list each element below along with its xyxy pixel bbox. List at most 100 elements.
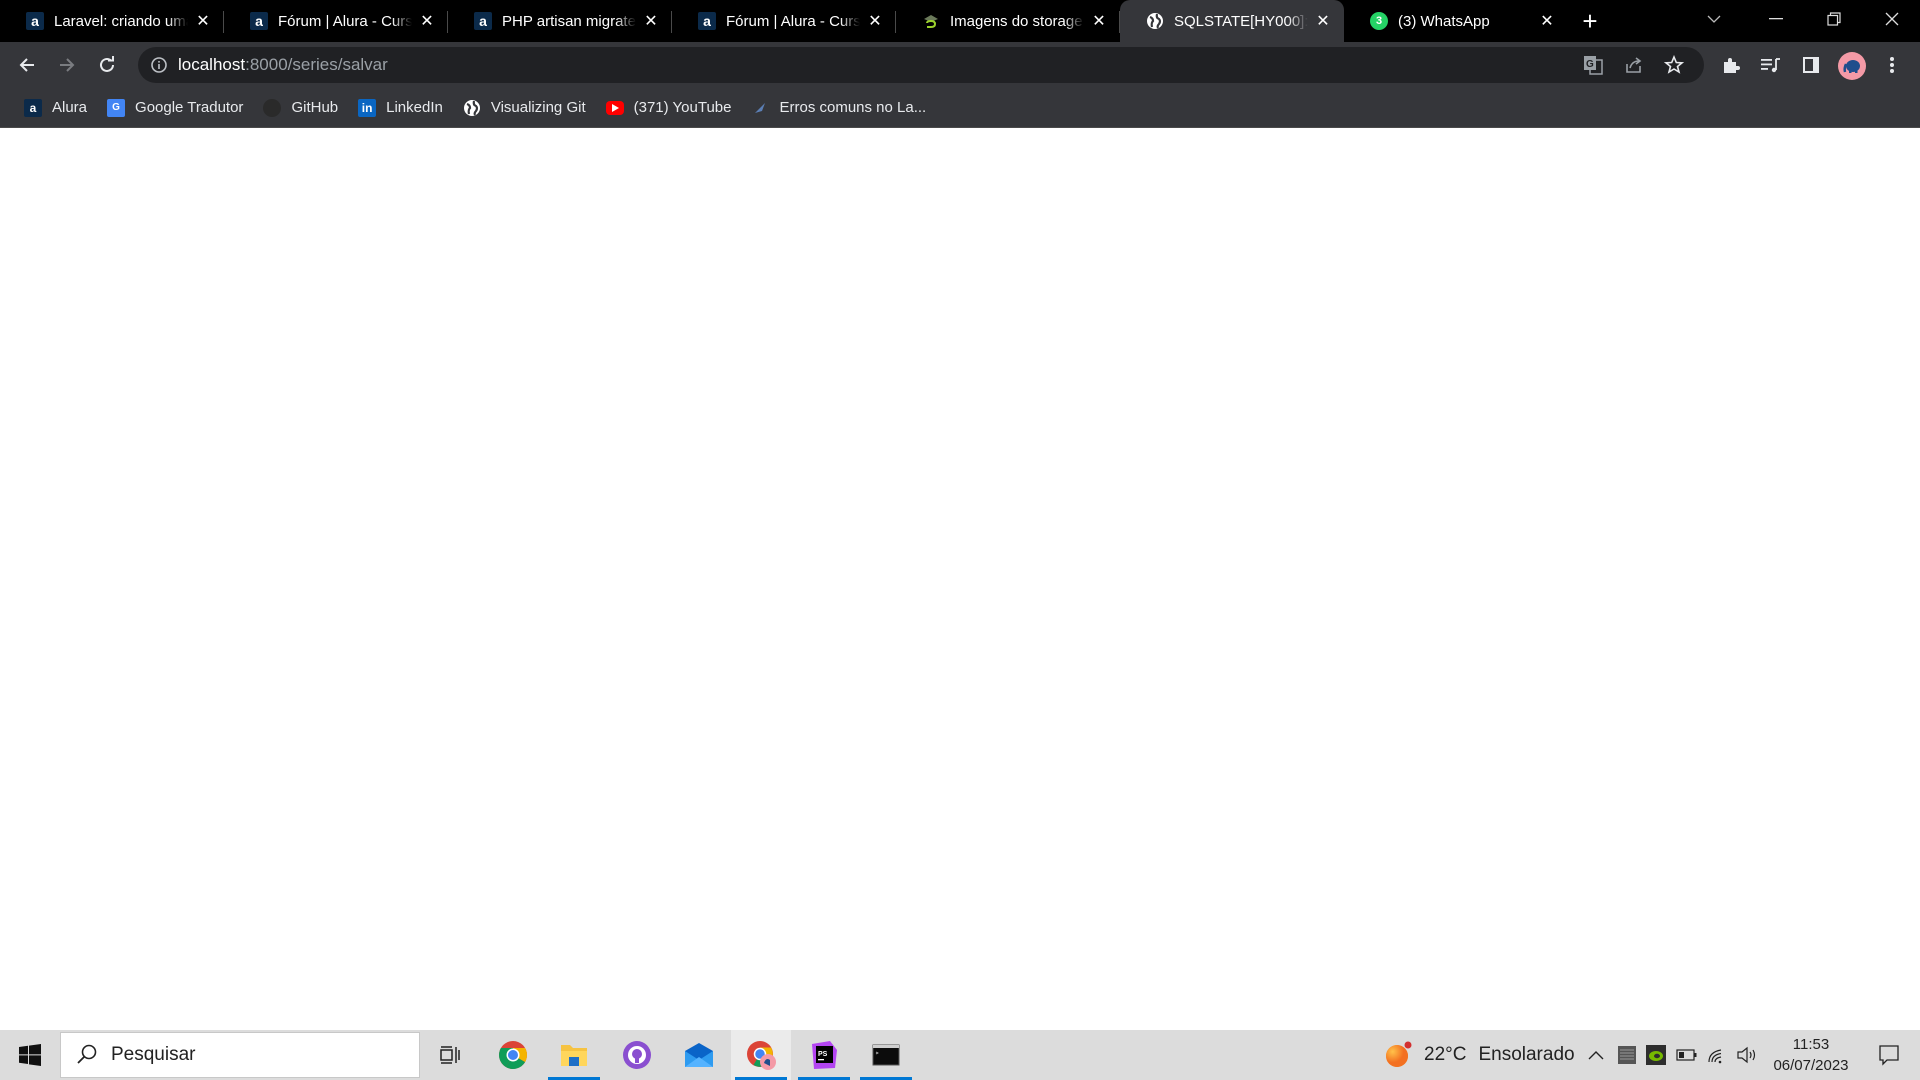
close-icon bbox=[1885, 12, 1899, 26]
weather-temperature: 22°C bbox=[1424, 1044, 1467, 1065]
tab-php-artisan[interactable]: a PHP artisan migrate não funciona ✕ bbox=[448, 0, 672, 42]
close-icon[interactable]: ✕ bbox=[1090, 12, 1108, 30]
forward-button[interactable] bbox=[51, 49, 83, 81]
tab-title: Laravel: criando uma aplicação bbox=[54, 12, 188, 30]
bookmark-label: GitHub bbox=[291, 99, 339, 116]
close-icon[interactable]: ✕ bbox=[1314, 12, 1332, 30]
system-clock[interactable]: 11:53 06/07/2023 bbox=[1758, 1034, 1864, 1076]
arrow-left-icon bbox=[19, 58, 34, 72]
alura-icon: a bbox=[474, 12, 492, 30]
close-icon[interactable]: ✕ bbox=[866, 12, 884, 30]
taskbar-github-desktop[interactable] bbox=[607, 1030, 667, 1080]
taskbar-chrome-profile[interactable] bbox=[731, 1030, 791, 1080]
reload-button[interactable] bbox=[91, 49, 123, 81]
tab-title: PHP artisan migrate não funciona bbox=[502, 12, 636, 30]
close-window-button[interactable] bbox=[1864, 0, 1920, 38]
tab-search-button[interactable] bbox=[1694, 0, 1734, 38]
tab-title: Fórum | Alura - Cursos online bbox=[726, 12, 860, 30]
extensions-icon[interactable] bbox=[1717, 51, 1745, 79]
new-tab-button[interactable]: + bbox=[1570, 0, 1610, 42]
media-control-icon[interactable] bbox=[1757, 51, 1785, 79]
tab-laravel[interactable]: a Laravel: criando uma aplicação ✕ bbox=[0, 0, 224, 42]
chrome-profile-icon bbox=[747, 1041, 776, 1070]
weather-condition: Ensolarado bbox=[1478, 1044, 1575, 1065]
tab-whatsapp[interactable]: 3 (3) WhatsApp ✕ bbox=[1344, 0, 1568, 42]
bookmark-label: (371) YouTube bbox=[633, 99, 732, 116]
clock-date: 06/07/2023 bbox=[1773, 1057, 1849, 1074]
task-view-button[interactable] bbox=[420, 1030, 480, 1080]
chevron-down-icon bbox=[1707, 15, 1721, 23]
tab-sqlstate-error[interactable]: SQLSTATE[HY000]: General error ✕ bbox=[1120, 0, 1344, 42]
terminal-icon bbox=[872, 1044, 900, 1066]
svg-text:G: G bbox=[1586, 59, 1594, 70]
taskbar-phpstorm[interactable]: PS bbox=[794, 1030, 854, 1080]
windows-logo-icon bbox=[19, 1044, 41, 1066]
svg-text:PS: PS bbox=[818, 1051, 828, 1058]
taskbar-terminal[interactable] bbox=[856, 1030, 916, 1080]
tab-title: Imagens do storage não aparecem bbox=[950, 12, 1084, 30]
battery-tray-icon[interactable] bbox=[1676, 1030, 1698, 1080]
wifi-icon bbox=[1708, 1049, 1722, 1064]
site-info-icon[interactable] bbox=[150, 56, 168, 74]
tab-forum-alura-1[interactable]: a Fórum | Alura - Cursos online ✕ bbox=[224, 0, 448, 42]
whatsapp-icon: 3 bbox=[1370, 12, 1388, 30]
bookmark-alura[interactable]: a Alura bbox=[18, 94, 93, 122]
bookmark-label: LinkedIn bbox=[386, 99, 443, 116]
arrow-right-icon bbox=[60, 58, 75, 72]
show-hidden-icons-button[interactable] bbox=[1588, 1030, 1604, 1080]
mail-icon bbox=[685, 1043, 713, 1067]
bookmark-youtube[interactable]: (371) YouTube bbox=[600, 94, 738, 122]
taskbar-file-explorer[interactable] bbox=[544, 1030, 604, 1080]
network-tray-icon[interactable] bbox=[1707, 1030, 1727, 1080]
url-path: :8000/series/salvar bbox=[245, 55, 388, 74]
laravel-cap-icon bbox=[922, 12, 940, 30]
profile-avatar[interactable] bbox=[1838, 52, 1866, 80]
taskbar-mail[interactable] bbox=[669, 1030, 729, 1080]
bookmark-label: Visualizing Git bbox=[490, 99, 586, 116]
close-icon[interactable]: ✕ bbox=[642, 12, 660, 30]
storage-drive-icon bbox=[1618, 1046, 1636, 1064]
close-icon[interactable]: ✕ bbox=[418, 12, 436, 30]
side-panel-icon[interactable] bbox=[1797, 51, 1825, 79]
bookmark-star-icon[interactable] bbox=[1661, 54, 1687, 76]
alura-icon: a bbox=[250, 12, 268, 30]
notification-center-button[interactable] bbox=[1864, 1030, 1914, 1080]
nvidia-icon bbox=[1646, 1045, 1666, 1065]
chevron-up-icon bbox=[1588, 1051, 1604, 1060]
restore-button[interactable] bbox=[1806, 0, 1862, 38]
speaker-icon bbox=[1737, 1046, 1756, 1064]
tab-forum-alura-2[interactable]: a Fórum | Alura - Cursos online ✕ bbox=[672, 0, 896, 42]
nvidia-tray-icon[interactable] bbox=[1646, 1030, 1666, 1080]
address-bar[interactable]: localhost:8000/series/salvar G bbox=[138, 47, 1704, 83]
bookmark-visualizing-git[interactable]: Visualizing Git bbox=[457, 94, 592, 122]
close-icon[interactable]: ✕ bbox=[194, 12, 212, 30]
github-desktop-icon bbox=[623, 1041, 651, 1069]
back-button[interactable] bbox=[11, 49, 43, 81]
tab-title: Fórum | Alura - Cursos online bbox=[278, 12, 412, 30]
start-button[interactable] bbox=[0, 1030, 60, 1080]
taskbar-search-input[interactable]: Pesquisar bbox=[60, 1032, 420, 1078]
tray-app-icon[interactable] bbox=[1617, 1030, 1637, 1080]
volume-tray-icon[interactable] bbox=[1736, 1030, 1758, 1080]
bookmark-label: Google Tradutor bbox=[135, 99, 244, 116]
share-icon[interactable] bbox=[1621, 54, 1647, 76]
battery-icon bbox=[1676, 1049, 1697, 1061]
bookmark-erros-comuns[interactable]: Erros comuns no La... bbox=[745, 94, 932, 122]
taskbar-chrome[interactable] bbox=[483, 1030, 543, 1080]
bookmark-google-tradutor[interactable]: G Google Tradutor bbox=[101, 94, 249, 122]
weather-widget[interactable]: 22°C Ensolarado bbox=[1384, 1030, 1575, 1080]
taskbar: Pesquisar PS 22°C Ensolarado 11:53 06/07… bbox=[0, 1030, 1920, 1080]
close-icon[interactable]: ✕ bbox=[1538, 12, 1556, 30]
folder-icon bbox=[561, 1045, 587, 1066]
more-menu-icon[interactable] bbox=[1878, 51, 1906, 79]
alura-icon: a bbox=[26, 12, 44, 30]
restore-icon bbox=[1827, 12, 1841, 26]
bookmark-label: Alura bbox=[52, 99, 88, 116]
bookmark-github[interactable]: GitHub bbox=[257, 94, 344, 122]
url-text[interactable]: localhost:8000/series/salvar bbox=[178, 55, 388, 75]
browser-toolbar: localhost:8000/series/salvar G bbox=[0, 42, 1920, 88]
translate-icon[interactable]: G bbox=[1580, 54, 1606, 76]
tab-imagens-storage[interactable]: Imagens do storage não aparecem ✕ bbox=[896, 0, 1120, 42]
bookmark-linkedin[interactable]: in LinkedIn bbox=[352, 94, 449, 122]
minimize-button[interactable] bbox=[1748, 0, 1804, 38]
